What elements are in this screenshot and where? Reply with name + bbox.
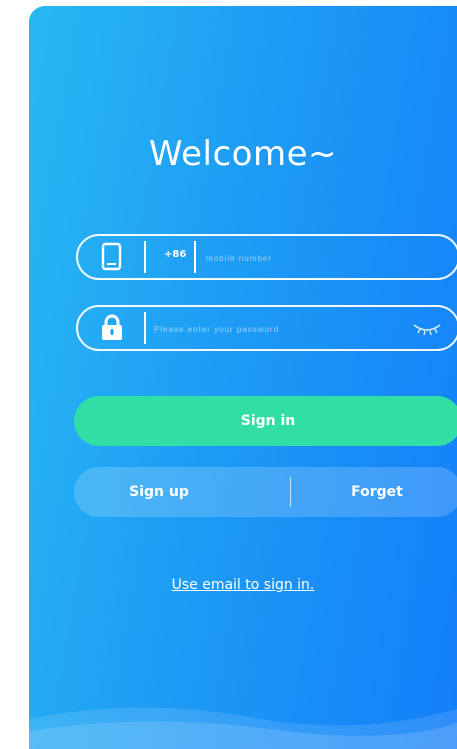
lock-icon	[98, 313, 126, 343]
secondary-actions: Sign up Forget	[74, 467, 457, 517]
sign-in-button[interactable]: Sign in	[74, 396, 457, 446]
login-screen: Welcome~ +86 mobile number Sign in Sign …	[29, 6, 457, 749]
button-divider	[290, 477, 291, 507]
wave-decoration	[29, 707, 457, 749]
field-separator	[144, 241, 146, 273]
phone-icon	[98, 242, 126, 272]
phone-input[interactable]	[204, 246, 448, 270]
password-input[interactable]	[152, 317, 396, 341]
field-separator	[144, 312, 146, 344]
sign-up-button[interactable]: Sign up	[74, 467, 244, 517]
country-code[interactable]: +86	[164, 249, 186, 260]
field-separator	[194, 241, 196, 273]
phone-field[interactable]: +86	[76, 234, 457, 280]
email-login-link[interactable]: Use email to sign in.	[29, 577, 457, 593]
password-field[interactable]	[76, 305, 457, 351]
page-title: Welcome~	[148, 134, 337, 174]
forget-button[interactable]: Forget	[292, 467, 457, 517]
eye-closed-icon[interactable]	[412, 319, 442, 339]
